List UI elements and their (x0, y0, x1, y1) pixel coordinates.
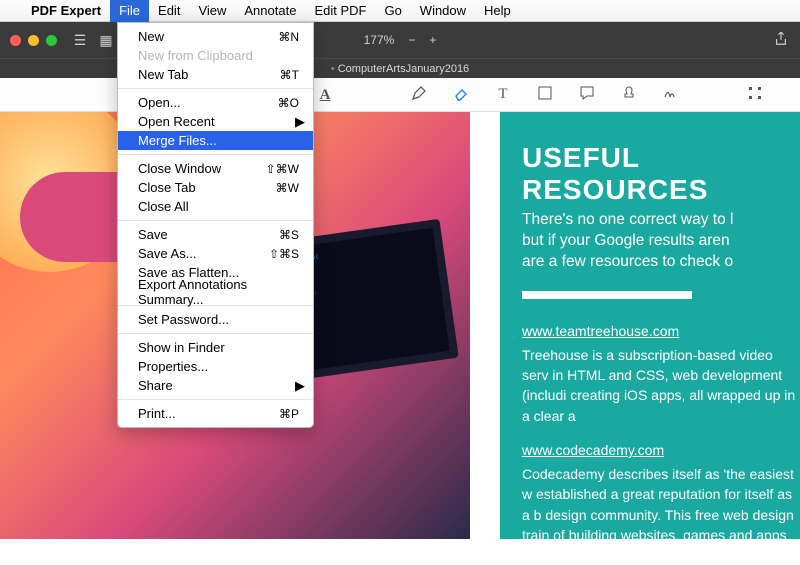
close-window-button[interactable] (10, 35, 21, 46)
modified-indicator: • (331, 63, 335, 75)
signature-icon[interactable] (661, 85, 681, 105)
menu-item-open-recent[interactable]: Open Recent▶ (118, 112, 313, 131)
submenu-arrow-icon: ▶ (295, 114, 305, 130)
menu-item-new-tab[interactable]: New Tab⌘T (118, 65, 313, 84)
resource-link-1[interactable]: www.teamtreehouse.com (522, 323, 679, 339)
menu-item-save[interactable]: Save⌘S (118, 225, 313, 244)
menu-annotate[interactable]: Annotate (235, 0, 305, 22)
menu-item-save-as[interactable]: Save As...⇧⌘S (118, 244, 313, 263)
menu-item-close-tab[interactable]: Close Tab⌘W (118, 178, 313, 197)
resource-link-2[interactable]: www.codecademy.com (522, 442, 664, 458)
zoom-level[interactable]: 177% (364, 33, 395, 47)
share-icon[interactable] (774, 32, 788, 49)
note-icon[interactable] (577, 85, 597, 105)
menu-view[interactable]: View (189, 0, 235, 22)
menu-item-show-in-finder[interactable]: Show in Finder (118, 338, 313, 357)
menu-item-close-window[interactable]: Close Window⇧⌘W (118, 159, 313, 178)
menu-go[interactable]: Go (375, 0, 410, 22)
menu-item-open[interactable]: Open...⌘O (118, 93, 313, 112)
shortcut: ⇧⌘S (269, 247, 299, 261)
divider (522, 291, 692, 299)
pen-icon[interactable] (409, 85, 429, 105)
text-style-icon[interactable]: A (315, 86, 335, 104)
shortcut: ⌘S (279, 228, 299, 242)
minimize-window-button[interactable] (28, 35, 39, 46)
zoom-out-button[interactable]: − (408, 33, 415, 47)
shortcut: ⌘O (278, 96, 299, 110)
zoom-in-button[interactable]: + (429, 33, 436, 47)
resource-text-2: Codecademy describes itself as 'the easi… (522, 464, 800, 565)
stamp-icon[interactable] (619, 85, 639, 105)
document-title: ComputerArtsJanuary2016 (338, 63, 469, 75)
shape-tool-icon[interactable] (535, 85, 555, 105)
menu-file[interactable]: File (110, 0, 149, 22)
menu-item-export-annotations-summary[interactable]: Export Annotations Summary... (118, 282, 313, 301)
shortcut: ⌘W (276, 181, 299, 195)
selection-tool-icon[interactable] (745, 85, 765, 105)
menu-item-print[interactable]: Print...⌘P (118, 404, 313, 423)
menu-item-set-password[interactable]: Set Password... (118, 310, 313, 329)
menu-help[interactable]: Help (475, 0, 520, 22)
app-name[interactable]: PDF Expert (22, 3, 110, 18)
eraser-icon[interactable] (451, 85, 471, 105)
menu-item-new-from-clipboard: New from Clipboard (118, 46, 313, 65)
shortcut: ⌘N (278, 30, 299, 44)
pdf-page-right: USEFUL RESOURCES There's no one correct … (500, 112, 800, 539)
menu-item-close-all[interactable]: Close All (118, 197, 313, 216)
zoom-window-button[interactable] (46, 35, 57, 46)
page-heading: USEFUL RESOURCES (522, 142, 800, 206)
resource-text-1: Treehouse is a subscription-based video … (522, 345, 800, 426)
text-tool-icon[interactable]: T (493, 86, 513, 103)
menu-item-merge-files[interactable]: Merge Files... (118, 131, 313, 150)
sidebar-toggle-icon[interactable]: ☰ (67, 32, 93, 49)
shortcut: ⌘P (279, 407, 299, 421)
file-menu-dropdown: New⌘NNew from ClipboardNew Tab⌘T Open...⌘… (117, 22, 314, 428)
menu-item-properties[interactable]: Properties... (118, 357, 313, 376)
menu-edit[interactable]: Edit (149, 0, 189, 22)
page-intro: There's no one correct way to l but if y… (522, 210, 800, 273)
menu-item-share[interactable]: Share▶ (118, 376, 313, 395)
shortcut: ⌘T (280, 68, 299, 82)
menu-window[interactable]: Window (411, 0, 475, 22)
submenu-arrow-icon: ▶ (295, 378, 305, 394)
window-controls (0, 35, 67, 46)
menu-item-new[interactable]: New⌘N (118, 27, 313, 46)
system-menubar: PDF Expert File Edit View Annotate Edit … (0, 0, 800, 22)
thumbnails-icon[interactable]: ▦ (93, 32, 119, 49)
menu-edit-pdf[interactable]: Edit PDF (305, 0, 375, 22)
shortcut: ⇧⌘W (266, 162, 299, 176)
